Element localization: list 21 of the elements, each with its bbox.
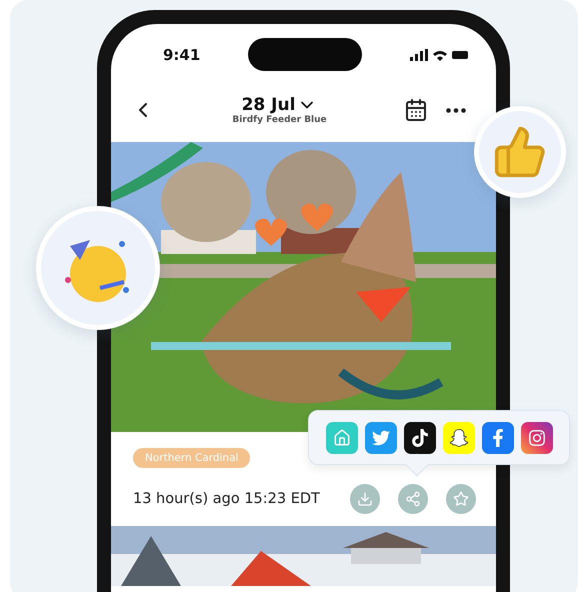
bird-icon — [372, 428, 390, 446]
house-icon — [332, 428, 350, 446]
camera-icon — [528, 428, 546, 446]
share-icon — [405, 491, 421, 507]
star-icon — [453, 491, 469, 507]
event-time: 13 hour(s) ago 15:23 EDT — [133, 491, 321, 507]
species-tag: Northern Cardinal — [133, 448, 250, 468]
share-option-button[interactable] — [404, 422, 436, 454]
status-time: 9:41 — [163, 46, 200, 64]
more-button[interactable] — [446, 108, 466, 112]
ghost-icon — [450, 428, 468, 446]
download-icon — [357, 491, 373, 507]
calendar-button[interactable] — [404, 98, 428, 122]
device-name: Birdfy Feeder Blue — [232, 115, 327, 125]
date-selector[interactable]: 28 Jul — [242, 95, 318, 115]
share-option-button[interactable] — [520, 422, 552, 454]
share-option-button[interactable] — [442, 422, 474, 454]
status-icons — [410, 48, 470, 60]
calendar-icon — [404, 98, 428, 122]
music-note-icon — [410, 428, 428, 446]
more-icon — [446, 108, 466, 112]
